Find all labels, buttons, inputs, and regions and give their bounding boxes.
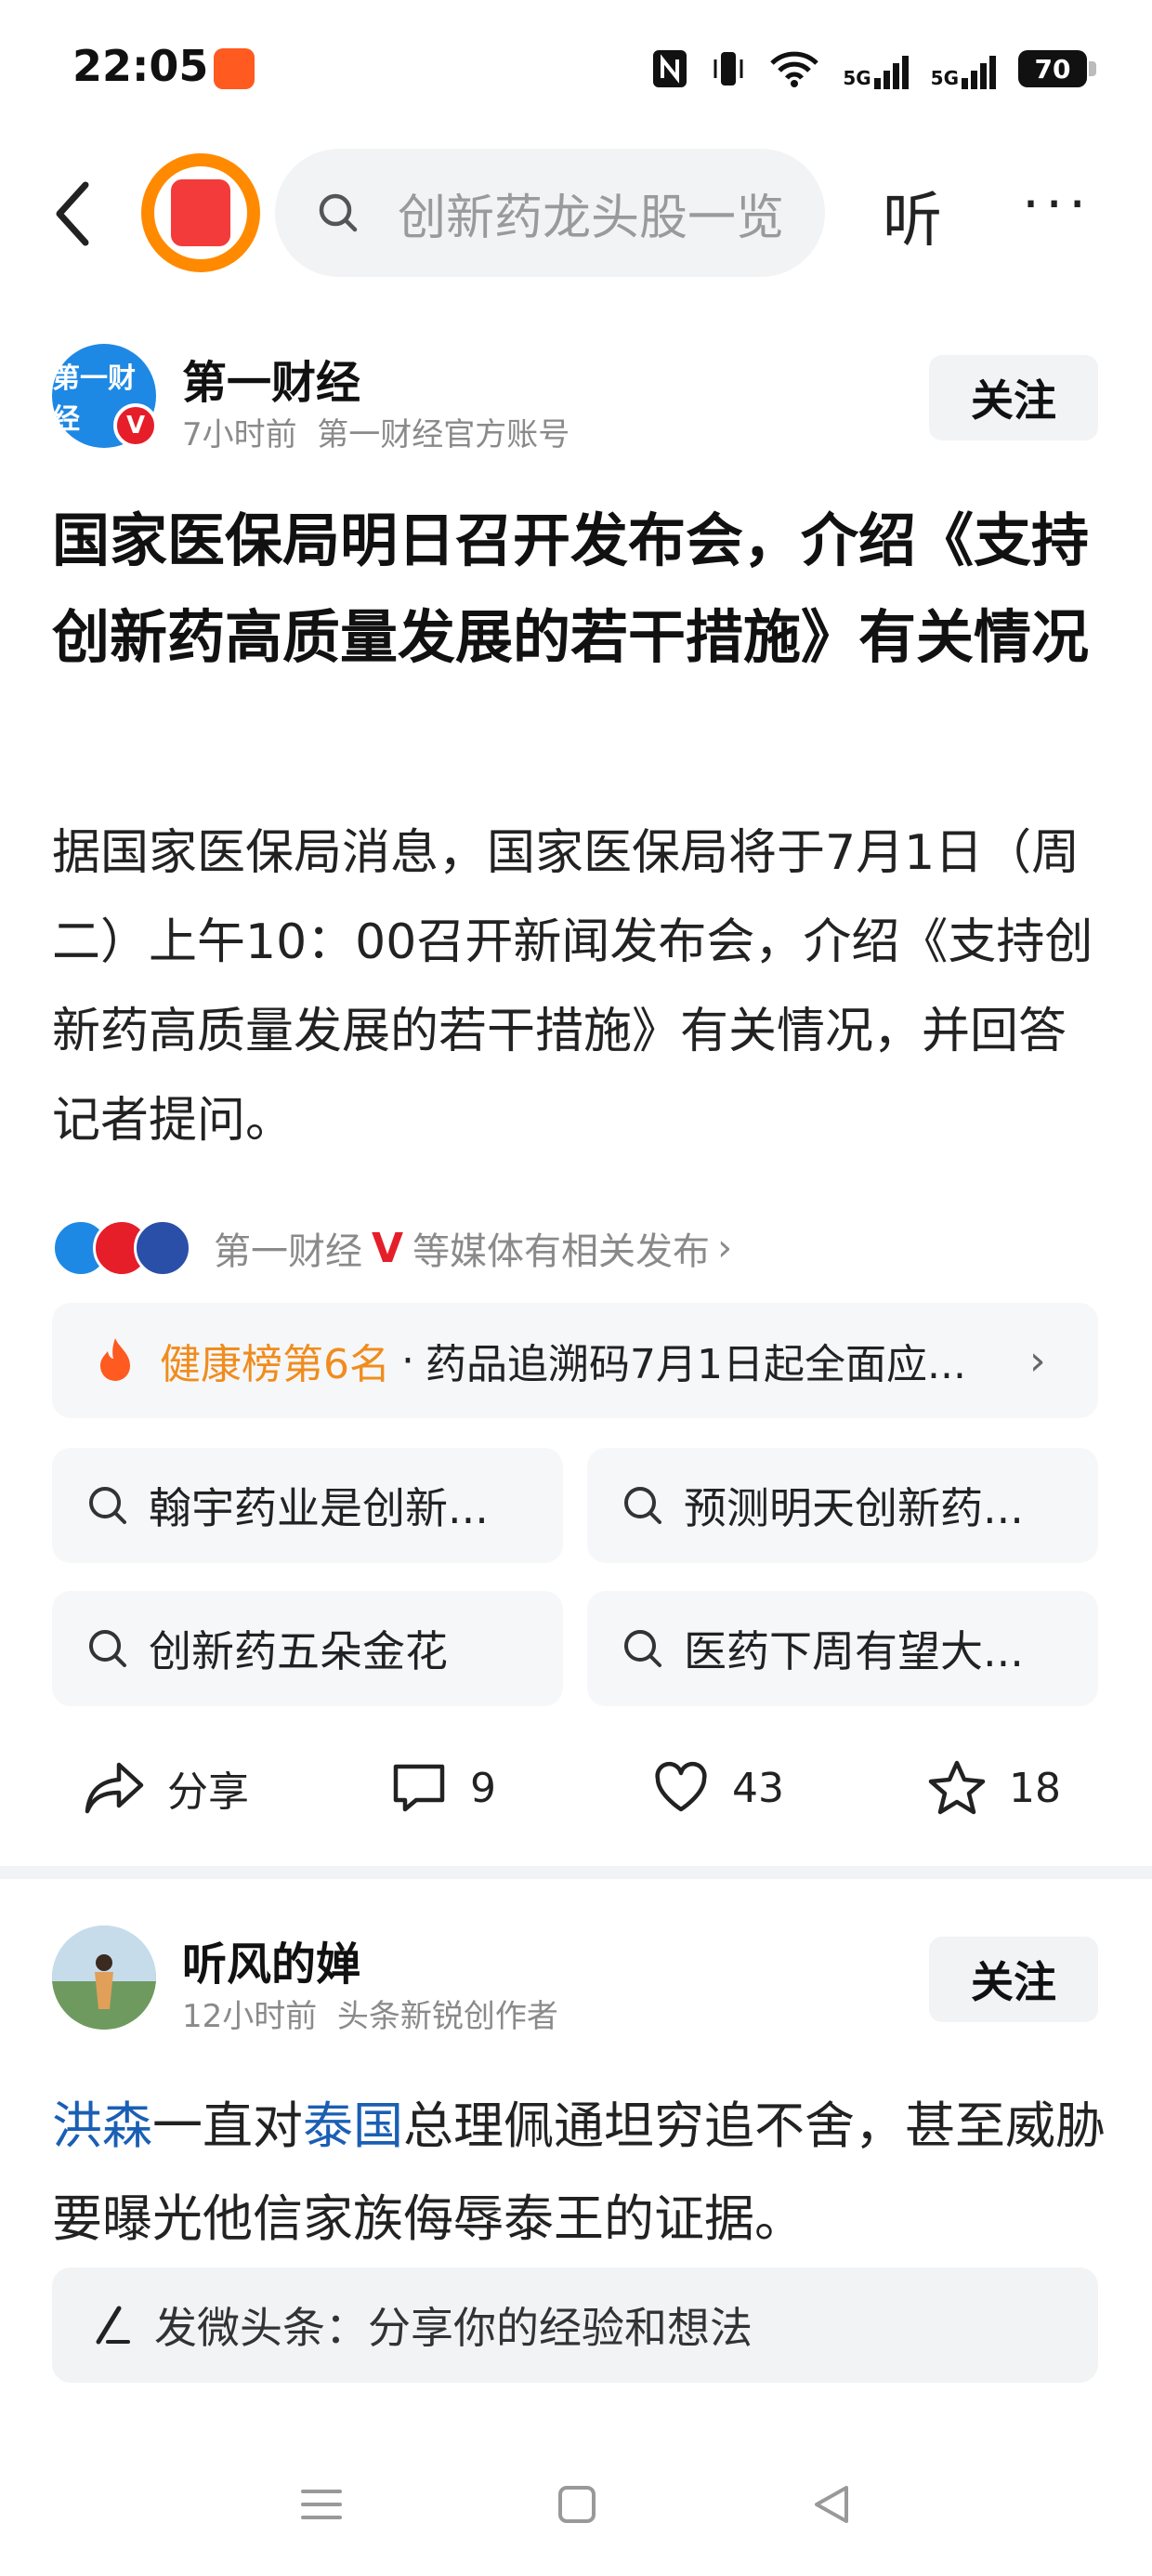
verified-badge-icon: V	[113, 403, 158, 448]
star-icon	[928, 1760, 986, 1815]
search-icon	[624, 1630, 661, 1667]
fire-icon	[100, 1338, 130, 1381]
search-chip[interactable]: 预测明天创新药...	[587, 1448, 1098, 1563]
follow-button[interactable]: 关注	[929, 1937, 1098, 2022]
comment-button[interactable]: 9	[390, 1747, 496, 1829]
favorite-count: 18	[1009, 1764, 1061, 1812]
signal-icon-2: 5G	[931, 48, 996, 89]
article-body[interactable]: 据国家医保局消息，国家医保局将于7月1日（周二）上午10：00召开新闻发布会，介…	[52, 808, 1111, 1165]
search-chip[interactable]: 翰宇药业是创新...	[52, 1448, 563, 1563]
avatar-person-image	[52, 1925, 156, 2030]
ranking-topic: 药品追溯码7月1日起全面应...	[425, 1341, 966, 1388]
menu-nav-icon[interactable]	[300, 2486, 343, 2523]
ranking-separator: ·	[401, 1336, 414, 1385]
health-ranking-banner[interactable]: 健康榜第6名 · 药品追溯码7月1日起全面应... ›	[52, 1303, 1098, 1418]
signal-icon-1: 5G	[843, 48, 909, 89]
favorite-button[interactable]: 18	[927, 1747, 1061, 1829]
chip-label: 预测明天创新药...	[684, 1483, 1024, 1533]
article-headline[interactable]: 国家医保局明日召开发布会，介绍《支持创新药高质量发展的若干措施》有关情况	[52, 493, 1102, 686]
back-icon[interactable]	[46, 172, 102, 256]
ranking-label: 健康榜第6名	[160, 1341, 390, 1388]
verified-v-icon: V	[372, 1224, 404, 1272]
topic-link[interactable]: 洪森	[52, 2096, 152, 2155]
post-author-avatar[interactable]	[52, 1925, 156, 2030]
post-author-meta: 12小时前 头条新锐创作者	[182, 1991, 558, 2036]
home-nav-icon[interactable]	[556, 2484, 597, 2525]
related-suffix: 等媒体有相关发布	[412, 1230, 711, 1273]
search-icon	[624, 1487, 661, 1524]
author-name[interactable]: 第一财经	[182, 346, 360, 411]
comment-icon	[393, 1764, 445, 1812]
post-time: 12小时前	[182, 1998, 318, 2035]
compose-placeholder: 发微头条：分享你的经验和想法	[154, 2303, 753, 2353]
search-input[interactable]: 创新药龙头股一览	[398, 178, 788, 248]
follow-button[interactable]: 关注	[929, 355, 1098, 440]
search-icon	[89, 1487, 126, 1524]
app-notification-icon	[214, 48, 255, 89]
post-time: 7小时前	[182, 416, 297, 453]
status-time: 22:05	[72, 41, 209, 91]
topic-link[interactable]: 泰国	[303, 2096, 403, 2155]
heart-icon	[655, 1761, 707, 1812]
search-icon	[319, 193, 358, 232]
compose-box[interactable]: 发微头条：分享你的经验和想法	[52, 2267, 1098, 2383]
listen-button[interactable]: 听	[883, 173, 942, 258]
system-nav-bar	[0, 2453, 1152, 2556]
related-source: 第一财经	[214, 1230, 362, 1273]
post-text-part: 一直对	[152, 2096, 303, 2155]
like-count: 43	[732, 1764, 784, 1812]
comment-count: 9	[470, 1764, 496, 1812]
vibrate-icon	[713, 52, 743, 85]
media-logo-3	[134, 1219, 191, 1277]
share-icon	[85, 1762, 144, 1814]
wifi-icon	[770, 51, 819, 87]
more-menu-icon[interactable]: ···	[1022, 177, 1092, 232]
action-bar: 分享 9 43 18	[52, 1747, 1098, 1829]
chip-label: 创新药五朵金花	[149, 1626, 448, 1676]
nfc-icon	[653, 50, 687, 87]
chevron-right-icon: ›	[1029, 1336, 1046, 1385]
search-icon	[89, 1630, 126, 1667]
share-button[interactable]: 分享	[84, 1747, 249, 1829]
account-desc: 第一财经官方账号	[317, 416, 570, 453]
search-chip[interactable]: 创新药五朵金花	[52, 1591, 563, 1706]
app-avatar[interactable]	[141, 153, 260, 272]
post-text[interactable]: 洪森一直对泰国总理佩通坦穷追不舍，甚至威胁要曝光他信家族侮辱泰王的证据。	[52, 2080, 1111, 2266]
status-icons: 5G 5G 70	[651, 45, 1096, 93]
back-nav-icon[interactable]	[811, 2484, 852, 2525]
chevron-right-icon: ›	[717, 1227, 733, 1269]
author-avatar[interactable]: 第一财经 V	[52, 344, 158, 448]
author-desc: 头条新锐创作者	[336, 1998, 558, 2035]
search-bar[interactable]: 创新药龙头股一览	[275, 149, 825, 277]
chip-label: 医药下周有望大...	[684, 1626, 1024, 1676]
author-meta: 7小时前 第一财经官方账号	[182, 409, 569, 454]
chip-label: 翰宇药业是创新...	[149, 1483, 489, 1533]
pen-icon	[96, 2306, 130, 2345]
search-chip[interactable]: 医药下周有望大...	[587, 1591, 1098, 1706]
like-button[interactable]: 43	[652, 1747, 784, 1829]
related-media-row[interactable]: 第一财经 V 等媒体有相关发布 ›	[52, 1217, 732, 1279]
section-divider	[0, 1866, 1152, 1879]
post-author-name[interactable]: 听风的婵	[182, 1927, 360, 1992]
share-label: 分享	[167, 1768, 249, 1816]
battery-icon: 70	[1018, 50, 1096, 87]
